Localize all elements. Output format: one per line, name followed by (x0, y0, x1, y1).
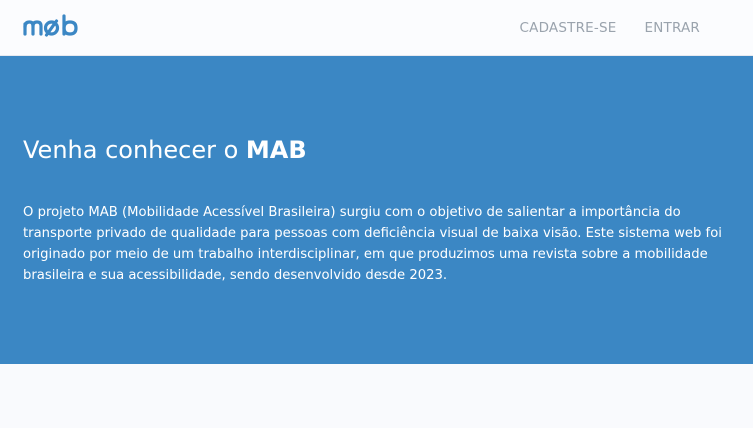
login-link[interactable]: ENTRAR (644, 20, 700, 36)
signup-link[interactable]: CADASTRE-SE (520, 20, 617, 36)
hero-title-prefix: Venha conhecer o (23, 136, 246, 164)
hero-title-highlight: MAB (245, 136, 307, 164)
mab-logo-icon: mob (23, 14, 78, 37)
logo-link[interactable]: mob (23, 14, 83, 40)
hero-title: Venha conhecer o MAB (23, 134, 307, 166)
page-body (0, 364, 753, 428)
main-nav: CADASTRE-SE ENTRAR (520, 0, 700, 56)
hero-section: Venha conhecer o MAB O projeto MAB (Mobi… (0, 56, 753, 364)
top-navbar: mob CADASTRE-SE ENTRAR (0, 0, 753, 56)
hero-description: O projeto MAB (Mobilidade Acessível Bras… (23, 205, 722, 283)
